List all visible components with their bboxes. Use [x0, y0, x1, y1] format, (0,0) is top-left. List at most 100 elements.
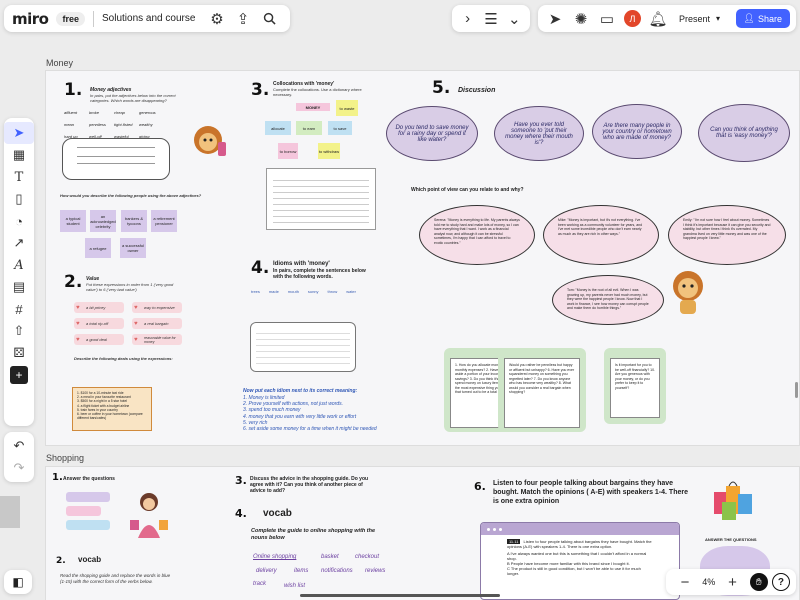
pen-tool-icon[interactable]: A	[4, 254, 34, 276]
card-option: C The product is still in good condition…	[507, 566, 641, 576]
collocation-sticky[interactable]: to save	[328, 121, 352, 135]
shapes-icon[interactable]: ◔	[4, 210, 34, 232]
share-button[interactable]: 👤︎ Share	[735, 9, 790, 28]
collocation-sticky[interactable]: to withdraw	[318, 143, 340, 159]
vocab-word[interactable]: reviews	[365, 568, 385, 574]
listening-task-card[interactable]: 11.11 Listen to four people talking abou…	[480, 522, 680, 600]
idiom-word: mouth	[287, 289, 299, 294]
upload-icon[interactable]: ⇧	[4, 320, 34, 342]
comment-tool-icon[interactable]: ▤	[4, 276, 34, 298]
money-s1-instruction: In pairs, put the adjectives below into …	[90, 93, 176, 103]
collocation-sticky[interactable]: to waste	[336, 100, 358, 116]
vocab-word[interactable]: checkout	[355, 554, 379, 560]
money-s4-meaning-heading: Now put each idiom next to its correct m…	[243, 388, 358, 394]
vocab-word[interactable]: Online shopping	[253, 554, 296, 560]
plan-badge[interactable]: free	[56, 11, 85, 26]
shopping-s1-number: 1.	[52, 472, 63, 483]
board-title-panel: miro free Solutions and course ⚙ ⇪	[4, 5, 290, 32]
money-center-label[interactable]: MONEY	[296, 103, 330, 111]
opinion-bubble[interactable]: Mike: "Money is important, but it's not …	[543, 205, 659, 265]
comment-icon[interactable]: ▭	[594, 6, 620, 32]
frame-title-money[interactable]: Money	[46, 58, 73, 68]
sticky-note[interactable]: bankers & tycoons	[121, 210, 147, 232]
settings-gear-icon[interactable]: ⚙	[204, 6, 230, 32]
opinion-bubble[interactable]: Serena: "Money is everything to life. My…	[419, 205, 535, 265]
cursor-follow-icon[interactable]: ➤	[542, 6, 568, 32]
frame-title-shopping[interactable]: Shopping	[46, 453, 84, 463]
vertical-scrollbar[interactable]	[795, 382, 798, 398]
select-cursor-icon[interactable]: ➤	[4, 122, 34, 144]
chevron-right-icon[interactable]: ›	[456, 6, 479, 32]
opinion-bubble[interactable]: Emily: "I'm not sure how I feel about mo…	[668, 205, 786, 265]
deals-card[interactable]: 1. $100 for a 10-minute taxi ride 2. a m…	[72, 387, 152, 431]
share-people-icon: 👤︎	[743, 13, 755, 23]
collocation-worksheet-image	[266, 168, 376, 230]
notes-list-icon[interactable]: ☰	[479, 6, 502, 32]
sticky-note[interactable]: a typical student	[60, 210, 86, 232]
sticky-note[interactable]: a retirement pensioner	[151, 210, 177, 232]
pan-hand-icon[interactable]: ✋︎	[749, 573, 768, 591]
reactions-icon[interactable]: ✺	[568, 6, 594, 32]
zoom-in-plus-icon[interactable]: +	[719, 569, 745, 595]
horizontal-scrollbar[interactable]	[300, 594, 500, 597]
apps-dice-icon[interactable]: ⚄	[4, 342, 34, 364]
discussion-cloud[interactable]: Do you tend to save money for a rainy da…	[386, 106, 478, 161]
value-pill[interactable]: a good deal	[74, 334, 124, 345]
undo-icon[interactable]: ↶	[4, 435, 34, 457]
vocab-word[interactable]: notifications	[321, 568, 353, 574]
shopping-s3-instruction: Discuss the advice in the shopping guide…	[250, 476, 369, 494]
money-s4-heading: Idioms with 'money'	[273, 261, 330, 267]
templates-frame-icon[interactable]: ▦	[4, 144, 34, 166]
shopping-s2-instruction: Read the shopping guide and replace the …	[60, 573, 171, 584]
text-tool-icon[interactable]: T	[4, 166, 34, 188]
vocab-word[interactable]: basket	[321, 554, 339, 560]
clipboard-questions: Is it important for you to be well-off f…	[610, 358, 660, 418]
shopping-chat-bubbles-image	[66, 492, 110, 538]
redo-icon[interactable]: ↷	[4, 457, 34, 479]
shopping-s3-number: 3.	[235, 474, 247, 487]
value-pill[interactable]: reasonable value for money	[132, 334, 182, 345]
idiom-meaning: 6. set aside some money for a time when …	[243, 426, 377, 433]
shopping-s4-instruction: Complete the guide to online shopping wi…	[251, 528, 376, 541]
chevron-double-down-icon[interactable]: ⌄	[503, 6, 526, 32]
value-pill[interactable]: a real bargain	[132, 318, 182, 329]
sticky-note[interactable]: an acknowledged celebrity	[90, 210, 116, 232]
notifications-bell-icon[interactable]: 🔔︎	[645, 6, 671, 32]
discussion-cloud[interactable]: Have you ever told someone to 'put their…	[494, 106, 584, 161]
search-icon[interactable]	[256, 6, 282, 32]
opinion-bubble[interactable]: Tom: "Money is the root of all evil. Whe…	[552, 275, 664, 325]
vocab-word[interactable]: delivery	[256, 568, 277, 574]
side-panel-toggle[interactable]: ◧	[4, 570, 32, 594]
collocation-sticky[interactable]: to earn	[296, 121, 322, 135]
present-label: Present	[679, 13, 711, 24]
collocation-sticky[interactable]: to borrow	[278, 143, 298, 159]
connection-line-icon[interactable]: ↗	[4, 232, 34, 254]
zoom-level[interactable]: 4%	[702, 577, 715, 587]
value-pill[interactable]: a bit pricey	[74, 302, 124, 313]
board-title[interactable]: Solutions and course	[102, 13, 195, 24]
side-panel-icon: ◧	[12, 575, 24, 589]
discussion-cloud[interactable]: Can you think of anything that is 'easy …	[698, 104, 790, 162]
shopping-s6-number: 6.	[474, 480, 486, 493]
user-avatar[interactable]: Л	[624, 10, 641, 27]
money-word: cheap	[114, 110, 125, 115]
vocab-word[interactable]: track	[253, 581, 266, 587]
present-button[interactable]: Present ▾	[671, 9, 728, 29]
collocation-sticky[interactable]: allocate	[265, 121, 291, 135]
discussion-cloud[interactable]: Are there many people in your country or…	[592, 104, 682, 159]
collab-toolbar-left: › ☰ ⌄	[452, 5, 530, 32]
help-question-icon[interactable]: ?	[771, 573, 790, 591]
value-pill[interactable]: way to expensive	[132, 302, 182, 313]
sticky-note[interactable]: a refugee	[85, 238, 111, 258]
value-pill[interactable]: a total rip-off	[74, 318, 124, 329]
miro-logo[interactable]: miro	[12, 10, 49, 28]
vocab-word[interactable]: items	[294, 568, 308, 574]
more-apps-plus-icon[interactable]: +	[10, 366, 28, 384]
frame-tool-icon[interactable]: #	[4, 298, 34, 320]
vocab-word[interactable]: wish list	[284, 583, 305, 589]
zoom-out-minus-icon[interactable]: −	[672, 569, 698, 595]
export-upload-icon[interactable]: ⇪	[230, 6, 256, 32]
sticky-note[interactable]: a successful owner	[120, 238, 146, 258]
idiom-word: water	[346, 289, 356, 294]
sticky-note-icon[interactable]: ▯	[4, 188, 34, 210]
